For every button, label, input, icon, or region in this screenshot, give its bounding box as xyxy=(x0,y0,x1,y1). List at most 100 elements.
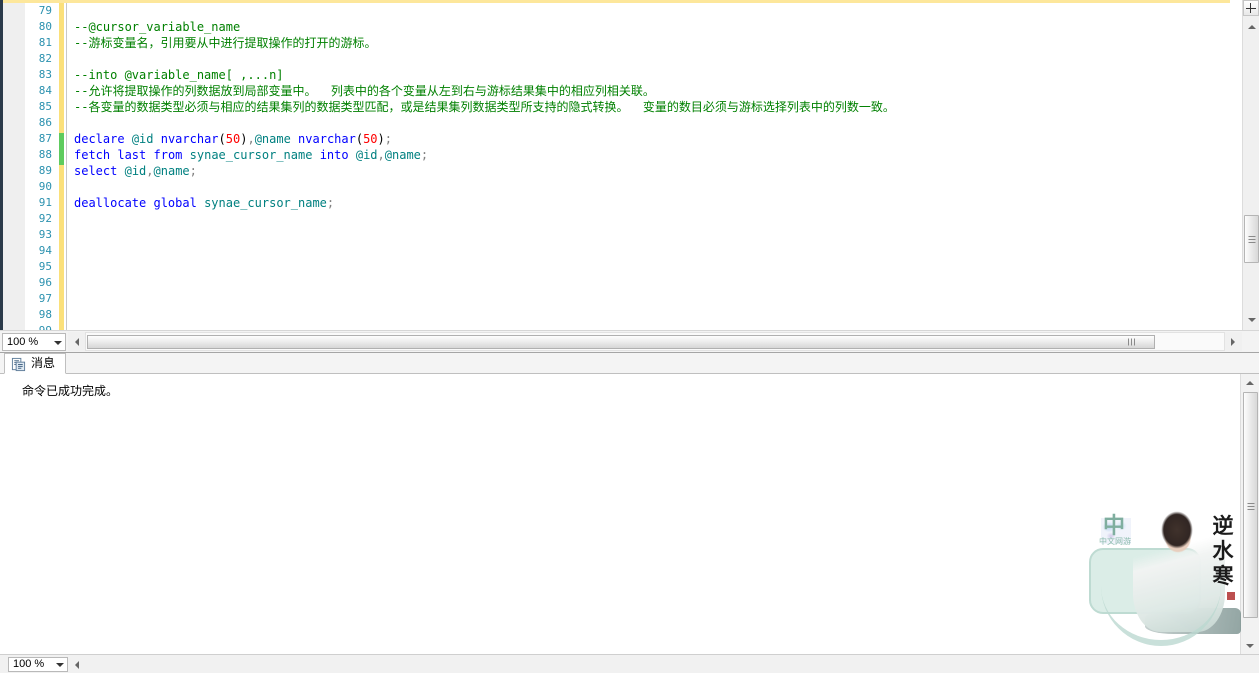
code-line[interactable]: --游标变量名，引用要从中进行提取操作的打开的游标。 xyxy=(68,35,1230,51)
code-token: ; xyxy=(420,148,429,162)
code-token: @id xyxy=(355,148,378,162)
editor-selection-margin[interactable] xyxy=(3,3,25,330)
editor-vertical-scrollbar[interactable] xyxy=(1242,0,1259,330)
code-text-area[interactable]: --@cursor_variable_name --游标变量名，引用要从中进行提取… xyxy=(68,3,1230,330)
change-bar-saved-indicator xyxy=(59,133,64,165)
code-token: @name xyxy=(254,132,291,146)
results-vertical-scroll-thumb[interactable] xyxy=(1243,392,1258,618)
code-token: deallocate xyxy=(74,196,147,210)
results-tab-strip: 消息 xyxy=(0,353,1259,374)
editor-horizontal-scroll-thumb[interactable] xyxy=(87,335,1155,349)
code-token: ( xyxy=(218,132,226,146)
code-line[interactable] xyxy=(68,307,1230,323)
line-number: 95 xyxy=(38,260,52,273)
editor-vertical-scroll-thumb[interactable] xyxy=(1244,215,1259,263)
code-line[interactable]: deallocate global synae_cursor_name; xyxy=(68,195,1230,211)
line-number: 98 xyxy=(38,308,52,321)
scroll-right-arrow-icon[interactable] xyxy=(1225,333,1242,350)
line-number: 99 xyxy=(25,323,52,330)
messages-output-area[interactable]: 命令已成功完成。 xyxy=(0,374,1240,654)
results-vertical-scrollbar[interactable] xyxy=(1240,374,1259,654)
tab-messages[interactable]: 消息 xyxy=(4,353,67,374)
status-zoom-combobox[interactable]: 100 % xyxy=(8,657,68,672)
code-token: into xyxy=(319,148,349,162)
code-line[interactable] xyxy=(68,291,1230,307)
line-number: 79 xyxy=(38,4,52,17)
code-token: @id xyxy=(131,132,154,146)
messages-icon xyxy=(11,357,26,372)
split-window-icon[interactable] xyxy=(1243,0,1259,16)
code-token: --into @variable_name[ ,...n] xyxy=(74,68,284,82)
code-token: synae_cursor_name xyxy=(204,196,327,210)
editor-horizontal-scrollbar[interactable] xyxy=(68,332,1242,351)
code-token: nvarchar xyxy=(160,132,219,146)
status-scroll-left-arrow-icon[interactable] xyxy=(68,656,85,673)
code-line[interactable] xyxy=(68,179,1230,195)
code-token: ) xyxy=(377,132,385,146)
code-token: from xyxy=(153,148,183,162)
line-number: 93 xyxy=(38,228,52,241)
line-number: 86 xyxy=(38,116,52,129)
line-number: 90 xyxy=(38,180,52,193)
line-number-gutter: 79 80 81 82 83 84 85 86 87 88 89 90 91 92 93 94 95 96 97 98… xyxy=(25,3,55,330)
code-token: 50 xyxy=(363,132,378,146)
status-zoom-value: 100 % xyxy=(13,658,45,670)
scroll-up-arrow-icon[interactable] xyxy=(1243,18,1259,35)
results-pane: 消息 命令已成功完成。 xyxy=(0,352,1259,654)
line-number: 84 xyxy=(38,84,52,97)
code-token: --允许将提取操作的列数据放到局部变量中。 列表中的各个变量从左到右与游标结果集… xyxy=(74,84,655,98)
line-number: 91 xyxy=(38,196,52,209)
code-token: --游标变量名，引用要从中进行提取操作的打开的游标。 xyxy=(74,36,377,50)
code-token: select xyxy=(74,164,118,178)
code-token: , xyxy=(146,164,154,178)
status-bar: 100 % xyxy=(0,654,1259,673)
code-token: ; xyxy=(326,196,335,210)
code-line[interactable] xyxy=(68,51,1230,67)
scroll-up-arrow-icon[interactable] xyxy=(1241,374,1258,391)
code-line[interactable]: --into @variable_name[ ,...n] xyxy=(68,67,1230,83)
code-token: ; xyxy=(189,164,197,178)
editor-zoom-combobox[interactable]: 100 % xyxy=(2,333,66,351)
editor-horizontal-scroll-track[interactable] xyxy=(85,332,1225,351)
code-line[interactable] xyxy=(68,3,1230,19)
chevron-down-icon[interactable] xyxy=(56,663,64,667)
code-line[interactable]: --允许将提取操作的列数据放到局部变量中。 列表中的各个变量从左到右与游标结果集… xyxy=(68,83,1230,99)
change-bar-track xyxy=(59,3,64,330)
code-line[interactable] xyxy=(68,227,1230,243)
code-line[interactable] xyxy=(68,115,1230,131)
scroll-left-arrow-icon[interactable] xyxy=(68,333,85,350)
line-number: 81 xyxy=(38,36,52,49)
code-line[interactable] xyxy=(68,211,1230,227)
line-number: 94 xyxy=(38,244,52,257)
code-line[interactable]: fetch last from synae_cursor_name into @… xyxy=(68,147,1230,163)
code-line[interactable] xyxy=(68,259,1230,275)
code-token: --@cursor_variable_name xyxy=(74,20,241,34)
code-token: @name xyxy=(153,164,190,178)
tab-messages-label: 消息 xyxy=(31,356,56,370)
editor-zoom-value: 100 % xyxy=(7,336,39,348)
chevron-down-icon[interactable] xyxy=(54,341,62,345)
code-token: , xyxy=(377,148,385,162)
code-line[interactable]: --@cursor_variable_name xyxy=(68,19,1230,35)
scroll-down-arrow-icon[interactable] xyxy=(1241,637,1258,654)
code-line[interactable]: declare @id nvarchar(50),@name nvarchar(… xyxy=(68,131,1230,147)
code-line[interactable] xyxy=(68,275,1230,291)
code-token: @name xyxy=(384,148,421,162)
code-line[interactable]: --各变量的数据类型必须与相应的结果集列的数据类型匹配，或是结果集列数据类型所支… xyxy=(68,99,1230,115)
scroll-down-arrow-icon[interactable] xyxy=(1243,311,1259,328)
code-line[interactable] xyxy=(68,323,1230,330)
code-line[interactable] xyxy=(68,243,1230,259)
line-number: 83 xyxy=(38,68,52,81)
line-number: 96 xyxy=(38,276,52,289)
code-line[interactable]: select @id,@name; xyxy=(68,163,1230,179)
line-number: 97 xyxy=(38,292,52,305)
code-token: declare xyxy=(74,132,125,146)
line-number: 88 xyxy=(38,148,52,161)
line-number: 87 xyxy=(38,132,52,145)
